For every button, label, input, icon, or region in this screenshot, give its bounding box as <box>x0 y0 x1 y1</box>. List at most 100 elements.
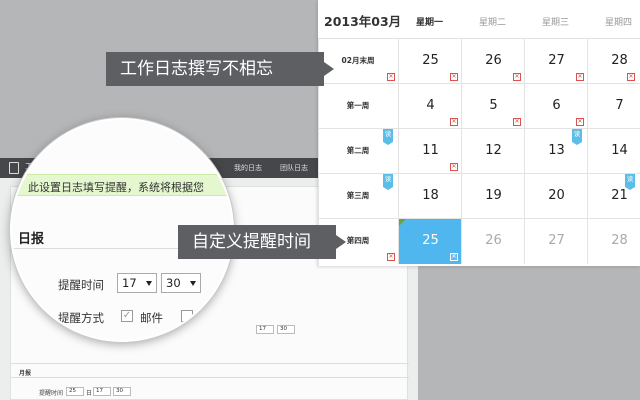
day-number: 7 <box>615 98 624 113</box>
missing-log-icon: ✕ <box>450 163 458 171</box>
sms-checkbox[interactable] <box>181 310 193 322</box>
day-cell[interactable]: 26 <box>461 219 524 264</box>
day-number: 20 <box>548 188 565 203</box>
day-cell[interactable]: 6 ✕ <box>524 84 587 129</box>
week-label: 第一周 <box>346 101 370 110</box>
day-cell[interactable]: 28 ✕ <box>587 39 640 84</box>
missing-log-icon: ✕ <box>576 118 584 126</box>
week-row: 第一周 4 ✕ 5 ✕ 6 ✕ 7 <box>318 83 640 129</box>
minute-value: 30 <box>166 276 181 290</box>
callout-top-text: 工作日志撰写不相忘 <box>120 59 273 79</box>
read-ribbon-icon: 读 <box>625 174 635 190</box>
bg-minute-select[interactable]: 30 <box>277 325 295 334</box>
callout-bottom: 自定义提醒时间 <box>178 225 346 259</box>
minute-select[interactable]: 30 <box>161 273 201 293</box>
weekday-mon: 星期一 <box>416 18 444 28</box>
nav-my-log[interactable]: 我的日志 <box>234 163 262 173</box>
day-cell-selected[interactable]: 25 ✕ <box>398 219 461 264</box>
email-checkbox[interactable]: ✓ <box>121 310 133 322</box>
week-row: 02月末周 ✕ 25 ✕ 26 ✕ 27 ✕ 28 ✕ <box>318 38 640 84</box>
monthly-hour-select[interactable]: 17 <box>93 387 111 396</box>
day-number: 12 <box>485 143 502 158</box>
day-cell[interactable]: 28 <box>587 219 640 264</box>
day-cell[interactable]: 21 读 <box>587 174 640 219</box>
week-label: 第三周 <box>346 191 370 200</box>
hour-value: 17 <box>122 276 137 290</box>
day-cell[interactable]: 20 <box>524 174 587 219</box>
week-label-cell[interactable]: 第三周 读 <box>318 174 398 219</box>
week-row: 第三周 读 18 19 20 21 读 <box>318 173 640 219</box>
callout-bottom-text: 自定义提醒时间 <box>192 232 311 252</box>
bg-hour-select[interactable]: 17 <box>256 325 274 334</box>
missing-log-icon: ✕ <box>450 73 458 81</box>
missing-log-icon: ✕ <box>513 73 521 81</box>
day-cell[interactable]: 12 <box>461 129 524 174</box>
notice-bar: 此设置日志填写提醒，系统将根据您 <box>12 174 232 196</box>
day-number: 28 <box>611 53 628 68</box>
read-ribbon-icon: 读 <box>383 174 393 190</box>
day-number: 11 <box>422 143 439 158</box>
missing-log-icon: ✕ <box>450 118 458 126</box>
week-label-cell[interactable]: 第一周 <box>318 84 398 129</box>
calendar-month-label: 2013年03月 <box>324 14 402 29</box>
day-cell[interactable]: 7 <box>587 84 640 129</box>
divider <box>11 363 409 364</box>
day-number: 28 <box>611 233 628 248</box>
weekday-wed: 星期三 <box>542 18 570 28</box>
missing-log-icon: ✕ <box>513 118 521 126</box>
day-cell[interactable]: 4 ✕ <box>398 84 461 129</box>
day-unit: 日 <box>86 390 93 397</box>
day-number: 25 <box>422 53 439 68</box>
day-number: 18 <box>422 188 439 203</box>
monthly-time-label: 提醒时间 <box>39 390 64 397</box>
monthly-minute-select[interactable]: 30 <box>113 387 131 396</box>
day-number: 4 <box>426 98 435 113</box>
reminder-method-label: 提醒方式 <box>58 311 104 325</box>
day-number: 25 <box>422 233 439 248</box>
day-number: 13 <box>548 143 565 158</box>
monthly-heading: 月报 <box>19 370 32 377</box>
missing-log-icon: ✕ <box>387 253 395 261</box>
day-number: 5 <box>489 98 498 113</box>
day-cell[interactable]: 13 读 <box>524 129 587 174</box>
missing-log-icon: ✕ <box>450 253 458 261</box>
reminder-time-label: 提醒时间 <box>58 278 104 292</box>
calendar-panel: 2013年03月 星期一 星期二 星期三 星期四 02月末周 ✕ 25 ✕ 26… <box>318 0 640 266</box>
week-label: 第二周 <box>346 146 370 155</box>
week-row: 第二周 读 11 ✕ 12 13 读 14 <box>318 128 640 174</box>
daily-report-heading: 日报 <box>18 232 45 247</box>
week-label-cell[interactable]: 第二周 读 <box>318 129 398 174</box>
monthly-day-select[interactable]: 25 <box>66 387 84 396</box>
callout-top: 工作日志撰写不相忘 <box>106 52 334 86</box>
day-number: 26 <box>485 233 502 248</box>
day-cell[interactable]: 27 ✕ <box>524 39 587 84</box>
missing-log-icon: ✕ <box>387 73 395 81</box>
weekday-thu: 星期四 <box>605 18 633 28</box>
missing-log-icon: ✕ <box>627 73 635 81</box>
day-cell[interactable]: 18 <box>398 174 461 219</box>
read-ribbon-icon: 读 <box>572 129 582 145</box>
day-cell[interactable]: 27 <box>524 219 587 264</box>
calendar-header: 2013年03月 星期一 星期二 星期三 星期四 <box>318 0 640 38</box>
chevron-down-icon <box>190 281 196 286</box>
day-cell[interactable]: 25 ✕ <box>398 39 461 84</box>
divider <box>11 377 409 378</box>
day-cell[interactable]: 26 ✕ <box>461 39 524 84</box>
hour-select[interactable]: 17 <box>117 273 157 293</box>
nav-team-log[interactable]: 团队日志 <box>280 163 308 173</box>
notice-text: 此设置日志填写提醒，系统将根据您 <box>28 181 204 194</box>
day-cell[interactable]: 19 <box>461 174 524 219</box>
read-ribbon-icon: 读 <box>383 129 393 145</box>
email-label: 邮件 <box>140 311 163 325</box>
day-cell[interactable]: 11 ✕ <box>398 129 461 174</box>
missing-log-icon: ✕ <box>576 73 584 81</box>
day-number: 14 <box>611 143 628 158</box>
weekday-tue: 星期二 <box>479 18 507 28</box>
week-row: 第四周 ✕ 25 ✕ 26 27 28 <box>318 218 640 264</box>
sms-label: 短信 <box>200 311 223 325</box>
day-cell[interactable]: 14 <box>587 129 640 174</box>
day-number: 26 <box>485 53 502 68</box>
day-cell[interactable]: 5 ✕ <box>461 84 524 129</box>
day-number: 27 <box>548 233 565 248</box>
day-number: 27 <box>548 53 565 68</box>
